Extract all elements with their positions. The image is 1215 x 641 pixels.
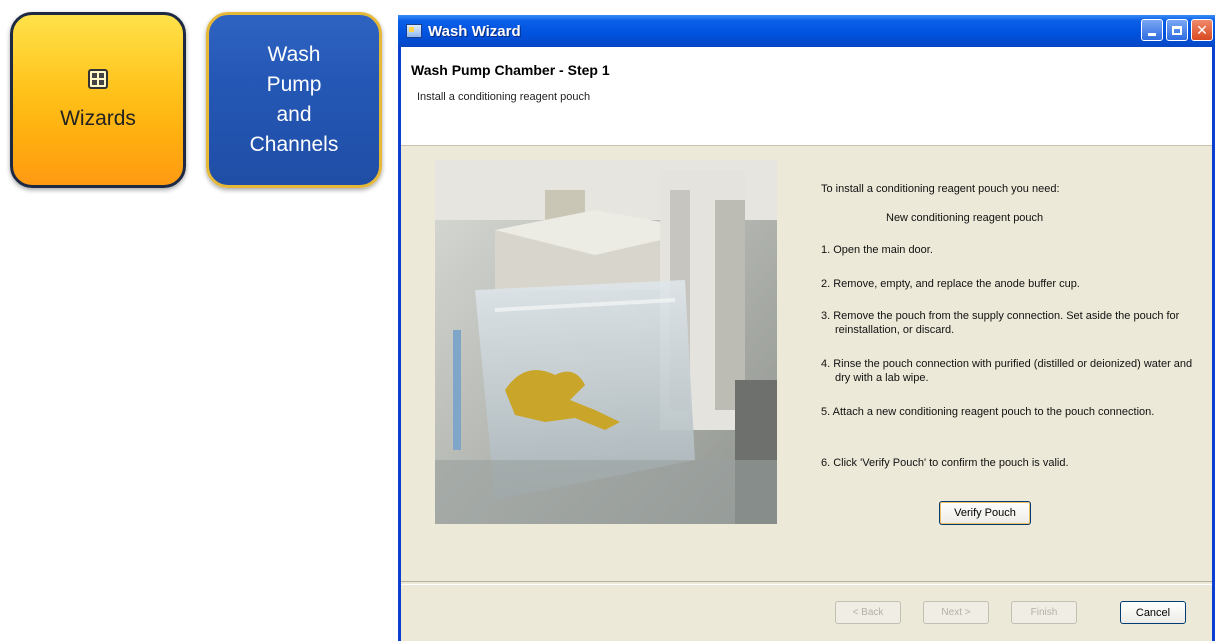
step-title: Wash Pump Chamber - Step 1 xyxy=(411,62,610,78)
wash-pump-and-channels-tile[interactable]: Wash Pump and Channels xyxy=(206,12,382,188)
minimize-icon xyxy=(1148,32,1156,36)
step-subtitle: Install a conditioning reagent pouch xyxy=(417,91,591,103)
maximize-icon xyxy=(1172,25,1182,35)
instruction-step: 6. Click 'Verify Pouch' to confirm the p… xyxy=(821,457,1069,469)
pouch-photo xyxy=(435,160,777,524)
wizards-tile-label: Wizards xyxy=(60,107,136,130)
instructions-panel: To install a conditioning reagent pouch … xyxy=(816,182,1196,469)
instructions-requirement: New conditioning reagent pouch xyxy=(886,212,1044,224)
verify-pouch-button[interactable]: Verify Pouch xyxy=(939,501,1031,525)
maximize-button[interactable] xyxy=(1166,19,1188,41)
window-title: Wash Wizard xyxy=(428,22,521,40)
instructions-intro: To install a conditioning reagent pouch … xyxy=(821,183,1060,195)
finish-button[interactable]: Finish xyxy=(1011,601,1077,624)
instruction-step: 4. Rinse the pouch connection with purif… xyxy=(821,358,1193,384)
instruction-step: 1. Open the main door. xyxy=(821,244,933,256)
wizard-header: Wash Pump Chamber - Step 1 Install a con… xyxy=(401,47,1212,146)
instruction-step: 3. Remove the pouch from the supply conn… xyxy=(821,310,1180,336)
grid-icon xyxy=(88,69,108,89)
wizards-tile[interactable]: Wizards xyxy=(10,12,186,188)
app-icon xyxy=(406,24,422,38)
instruction-step: 5. Attach a new conditioning reagent pou… xyxy=(821,406,1155,418)
next-button[interactable]: Next > xyxy=(923,601,989,624)
instruction-step: 2. Remove, empty, and replace the anode … xyxy=(821,278,1080,290)
close-button[interactable]: ✕ xyxy=(1191,19,1213,41)
wash-tile-label: Wash Pump and Channels xyxy=(249,43,339,156)
close-icon: ✕ xyxy=(1196,21,1208,38)
wash-wizard-window: Wash Wizard ✕ Wash Pump Chamber - Step 1… xyxy=(398,15,1215,641)
minimize-button[interactable] xyxy=(1141,19,1163,41)
window-titlebar[interactable]: Wash Wizard ✕ xyxy=(398,15,1215,47)
back-button[interactable]: < Back xyxy=(835,601,901,624)
cancel-button[interactable]: Cancel xyxy=(1120,601,1186,624)
footer-divider xyxy=(401,581,1212,585)
